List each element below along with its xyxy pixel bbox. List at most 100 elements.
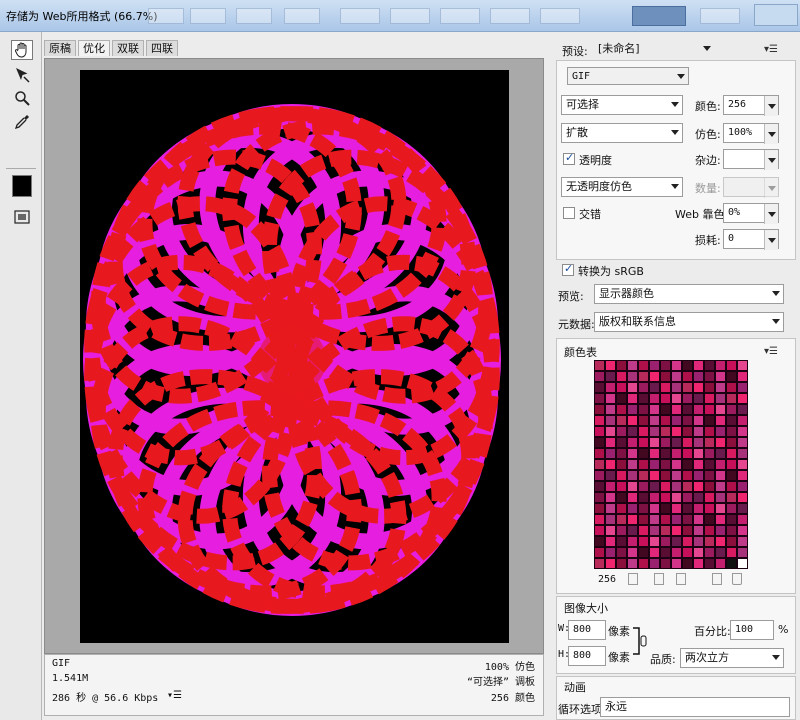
- color-swatch[interactable]: [616, 360, 627, 371]
- color-swatch[interactable]: [737, 426, 748, 437]
- color-swatch[interactable]: [737, 382, 748, 393]
- color-swatch[interactable]: [638, 525, 649, 536]
- convert-srgb-checkbox[interactable]: [562, 262, 574, 276]
- minimize-button[interactable]: [632, 6, 686, 26]
- color-swatch[interactable]: [616, 481, 627, 492]
- color-swatch[interactable]: [704, 536, 715, 547]
- color-swatch[interactable]: [737, 448, 748, 459]
- color-swatch[interactable]: [704, 360, 715, 371]
- hand-tool[interactable]: [11, 40, 33, 60]
- color-swatch[interactable]: [627, 459, 638, 470]
- new-color-icon[interactable]: [712, 573, 722, 585]
- color-swatch[interactable]: [715, 382, 726, 393]
- color-swatch[interactable]: [671, 525, 682, 536]
- color-swatch[interactable]: [616, 514, 627, 525]
- color-swatch[interactable]: [693, 415, 704, 426]
- color-swatch[interactable]: [594, 525, 605, 536]
- color-swatch[interactable]: [616, 426, 627, 437]
- color-swatch[interactable]: [594, 481, 605, 492]
- eyedropper-color-swatch[interactable]: [12, 175, 32, 197]
- color-swatch[interactable]: [715, 393, 726, 404]
- color-swatch[interactable]: [682, 360, 693, 371]
- color-swatch[interactable]: [715, 415, 726, 426]
- color-swatch[interactable]: [605, 470, 616, 481]
- color-swatch[interactable]: [649, 547, 660, 558]
- color-swatch[interactable]: [627, 558, 638, 569]
- color-swatch[interactable]: [693, 558, 704, 569]
- color-swatch[interactable]: [726, 503, 737, 514]
- color-swatch[interactable]: [649, 448, 660, 459]
- color-swatch[interactable]: [660, 547, 671, 558]
- color-swatch[interactable]: [660, 448, 671, 459]
- dither-input[interactable]: 100%: [723, 123, 779, 144]
- color-swatch[interactable]: [627, 371, 638, 382]
- color-swatch[interactable]: [660, 470, 671, 481]
- color-swatch[interactable]: [616, 371, 627, 382]
- color-swatch[interactable]: [649, 470, 660, 481]
- interlaced-checkbox[interactable]: [563, 207, 575, 219]
- color-swatch[interactable]: [605, 503, 616, 514]
- color-swatch[interactable]: [660, 459, 671, 470]
- color-swatch[interactable]: [726, 426, 737, 437]
- color-swatch[interactable]: [616, 525, 627, 536]
- color-swatch[interactable]: [737, 481, 748, 492]
- color-swatch[interactable]: [693, 492, 704, 503]
- color-swatch[interactable]: [660, 426, 671, 437]
- color-swatch[interactable]: [693, 503, 704, 514]
- color-swatch[interactable]: [594, 371, 605, 382]
- color-swatch[interactable]: [682, 459, 693, 470]
- color-swatch[interactable]: [649, 536, 660, 547]
- color-swatch[interactable]: [671, 547, 682, 558]
- color-swatch[interactable]: [605, 382, 616, 393]
- color-swatch[interactable]: [671, 514, 682, 525]
- color-swatch[interactable]: [737, 404, 748, 415]
- color-swatch[interactable]: [737, 514, 748, 525]
- color-swatch[interactable]: [704, 437, 715, 448]
- color-swatch[interactable]: [671, 360, 682, 371]
- percent-input[interactable]: 100: [730, 620, 774, 640]
- color-swatch[interactable]: [605, 547, 616, 558]
- color-swatch[interactable]: [671, 437, 682, 448]
- color-swatch[interactable]: [737, 503, 748, 514]
- color-swatch[interactable]: [693, 470, 704, 481]
- color-swatch[interactable]: [638, 393, 649, 404]
- color-swatch[interactable]: [594, 514, 605, 525]
- color-swatch[interactable]: [616, 492, 627, 503]
- color-swatch[interactable]: [660, 415, 671, 426]
- color-swatch[interactable]: [715, 426, 726, 437]
- color-swatch[interactable]: [660, 525, 671, 536]
- zoom-tool[interactable]: [11, 88, 33, 108]
- color-swatch[interactable]: [737, 536, 748, 547]
- color-swatch[interactable]: [638, 437, 649, 448]
- color-swatch[interactable]: [726, 393, 737, 404]
- color-swatch[interactable]: [649, 415, 660, 426]
- color-swatch[interactable]: [605, 558, 616, 569]
- color-swatch[interactable]: [660, 371, 671, 382]
- color-swatch[interactable]: [627, 503, 638, 514]
- color-swatch[interactable]: [682, 382, 693, 393]
- color-swatch[interactable]: [616, 470, 627, 481]
- color-swatch[interactable]: [671, 426, 682, 437]
- color-swatch[interactable]: [649, 525, 660, 536]
- color-swatch[interactable]: [726, 481, 737, 492]
- tab-4-up[interactable]: 四联: [146, 40, 178, 56]
- color-swatch[interactable]: [715, 404, 726, 415]
- color-swatch[interactable]: [737, 525, 748, 536]
- color-swatch[interactable]: [627, 393, 638, 404]
- color-swatch[interactable]: [638, 558, 649, 569]
- color-swatch[interactable]: [594, 503, 605, 514]
- color-swatch[interactable]: [715, 514, 726, 525]
- color-swatch[interactable]: [638, 404, 649, 415]
- tab-optimized[interactable]: 优化: [78, 40, 110, 56]
- image-preview[interactable]: [80, 70, 509, 643]
- color-swatch[interactable]: [715, 503, 726, 514]
- color-swatch[interactable]: [638, 415, 649, 426]
- color-swatch[interactable]: [594, 415, 605, 426]
- color-swatch[interactable]: [715, 481, 726, 492]
- eyedropper-tool[interactable]: [11, 112, 33, 132]
- color-swatch[interactable]: [726, 492, 737, 503]
- transparency-checkbox[interactable]: [563, 151, 575, 165]
- color-swatch[interactable]: [638, 382, 649, 393]
- color-table-grid[interactable]: [594, 360, 748, 569]
- color-swatch[interactable]: [594, 547, 605, 558]
